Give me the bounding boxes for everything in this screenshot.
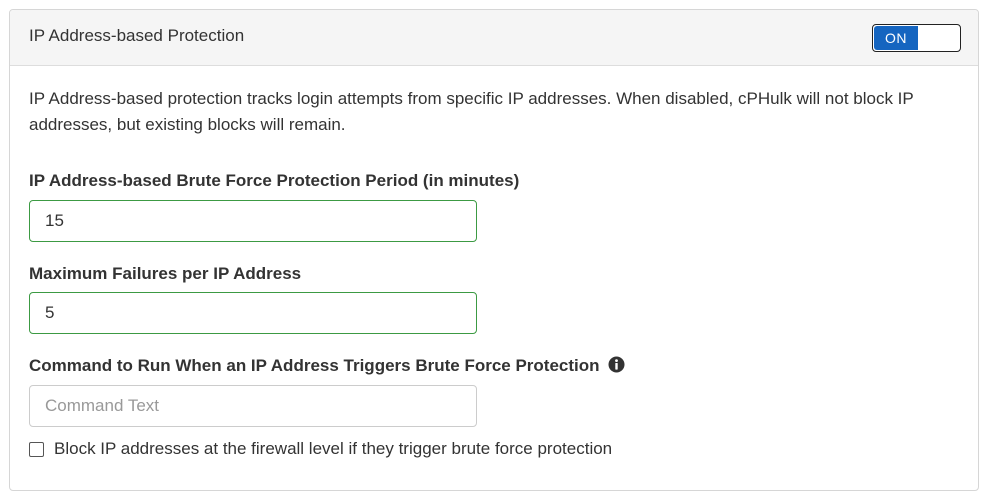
- command-label-row: Command to Run When an IP Address Trigge…: [29, 355, 625, 377]
- toggle-on-label: ON: [874, 26, 918, 50]
- ip-protection-panel: IP Address-based Protection ON IP Addres…: [9, 9, 979, 491]
- panel-description: IP Address-based protection tracks login…: [29, 89, 914, 134]
- info-icon[interactable]: [608, 356, 625, 373]
- max-failures-label: Maximum Failures per IP Address: [29, 264, 302, 283]
- firewall-block-row: Block IP addresses at the firewall level…: [29, 439, 612, 459]
- firewall-block-checkbox[interactable]: [29, 441, 44, 457]
- protection-period-input[interactable]: [29, 200, 477, 242]
- ip-protection-toggle[interactable]: ON: [872, 24, 961, 52]
- protection-period-label: IP Address-based Brute Force Protection …: [29, 171, 520, 190]
- command-input[interactable]: [29, 385, 477, 427]
- max-failures-input[interactable]: [29, 292, 477, 334]
- command-label: Command to Run When an IP Address Trigge…: [29, 356, 600, 375]
- panel-header: IP Address-based Protection ON: [10, 10, 978, 66]
- toggle-knob: [918, 26, 959, 50]
- panel-title: IP Address-based Protection: [29, 26, 245, 45]
- firewall-block-label[interactable]: Block IP addresses at the firewall level…: [54, 439, 612, 459]
